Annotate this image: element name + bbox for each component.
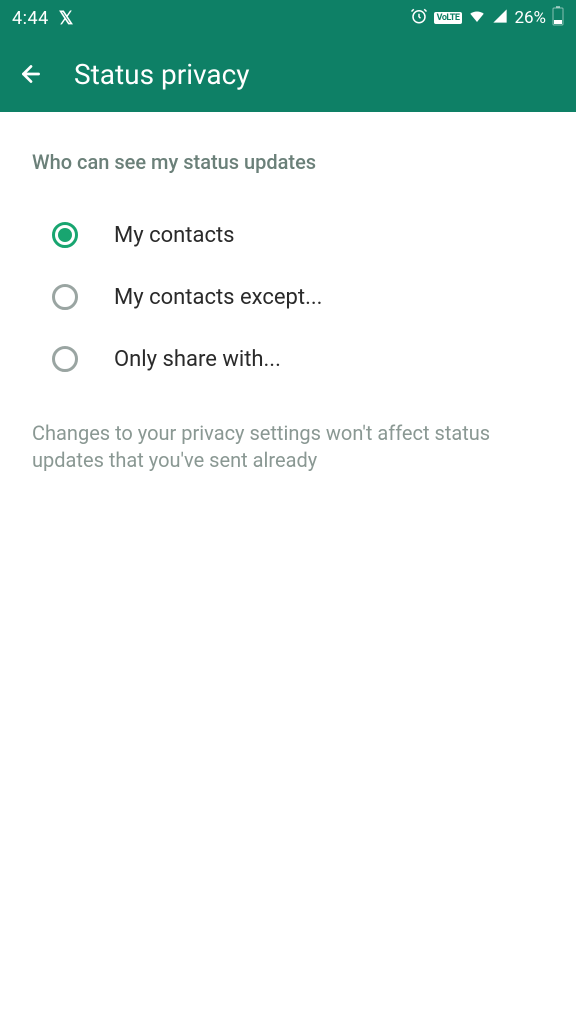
- battery-percentage: 26%: [514, 8, 546, 28]
- android-status-bar: 4:44 𝕏 VoLTE 26%: [0, 0, 576, 36]
- radio-indicator: [52, 346, 78, 372]
- radio-label: My contacts except...: [114, 285, 322, 310]
- page-title: Status privacy: [74, 58, 250, 91]
- volte-icon: VoLTE: [434, 12, 463, 24]
- radio-option-my-contacts-except[interactable]: My contacts except...: [32, 266, 544, 328]
- section-heading: Who can see my status updates: [32, 150, 544, 174]
- radio-option-only-share-with[interactable]: Only share with...: [32, 328, 544, 390]
- radio-label: Only share with...: [114, 347, 281, 372]
- signal-icon: [492, 8, 508, 29]
- footer-note: Changes to your privacy settings won't a…: [32, 390, 544, 474]
- app-bar: Status privacy: [0, 36, 576, 112]
- wifi-icon: [468, 7, 486, 30]
- radio-label: My contacts: [114, 223, 235, 248]
- battery-icon: [552, 6, 564, 31]
- radio-indicator: [52, 284, 78, 310]
- radio-option-my-contacts[interactable]: My contacts: [32, 204, 544, 266]
- radio-indicator: [52, 222, 78, 248]
- status-time: 4:44: [12, 8, 49, 29]
- status-right-group: VoLTE 26%: [410, 6, 564, 31]
- alarm-icon: [410, 7, 428, 30]
- x-app-icon: 𝕏: [59, 8, 74, 29]
- content-area: Who can see my status updates My contact…: [0, 112, 576, 474]
- status-left-group: 4:44 𝕏: [12, 8, 73, 29]
- back-button[interactable]: [18, 61, 44, 87]
